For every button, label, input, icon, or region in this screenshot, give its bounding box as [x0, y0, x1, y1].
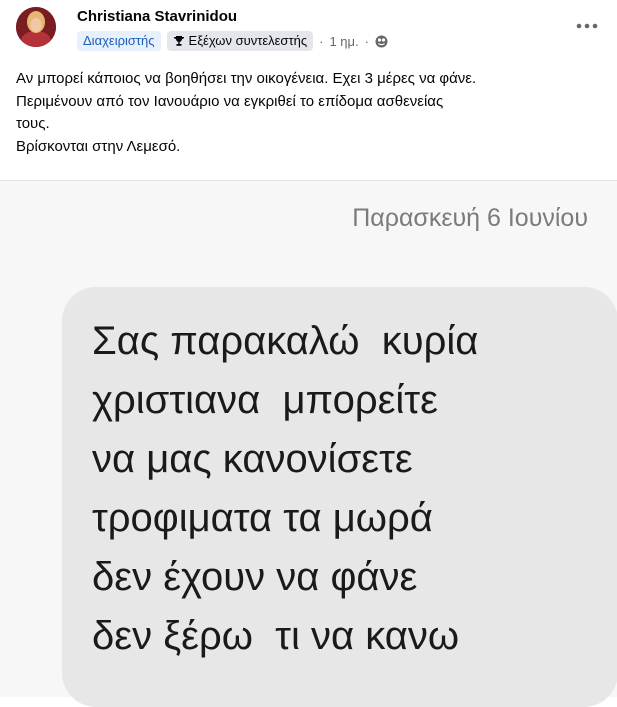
avatar[interactable]	[16, 7, 56, 47]
post-time[interactable]: 1 ημ.	[329, 34, 358, 49]
post-text-line: Βρίσκονται στην Λεμεσό.	[16, 137, 181, 155]
post-meta: Διαχειριστής Εξέχων συντελεστής · 1 ημ. …	[77, 30, 388, 52]
post-header: Christiana Stavrinidou Διαχειριστής Εξέχ…	[0, 0, 617, 60]
message-date: Παρασκευή 6 Ιουνίου	[352, 204, 588, 232]
post-text-line: Αν μπορεί κάποιος να βοηθήσει την οικογέ…	[16, 70, 477, 87]
message-line: να μας κανονίσετε	[92, 437, 413, 481]
message-line: δεν έχουν να φάνε	[92, 555, 418, 599]
message-text: Σας παρακαλώ κυρία χριστιανα μπορείτε να…	[92, 312, 478, 666]
message-line: τροφιματα τα μωρά	[92, 496, 433, 540]
separator-dot: ·	[319, 33, 324, 49]
post-text-line: τους.	[16, 115, 50, 132]
separator-dot-2: ·	[364, 33, 369, 49]
message-line: χριστιανα μπορείτε	[92, 378, 438, 422]
globe-icon	[375, 35, 388, 47]
message-line: δεν ξέρω τι να κανω	[92, 614, 460, 658]
post-text-line: Περιμένουν από τον Ιανουάριο να εγκριθεί…	[16, 92, 444, 110]
top-contributor-badge[interactable]: Εξέχων συντελεστής	[166, 31, 314, 51]
admin-badge[interactable]: Διαχειριστής	[77, 31, 161, 51]
author-name[interactable]: Christiana Stavrinidou	[77, 8, 237, 25]
contributor-label: Εξέχων συντελεστής	[188, 33, 308, 48]
more-options-icon[interactable]	[575, 16, 599, 36]
message-line: Σας παρακαλώ κυρία	[92, 319, 479, 363]
post-text: Αν μπορεί κάποιος να βοηθήσει την οικογέ…	[16, 68, 606, 158]
trophy-icon	[173, 36, 184, 46]
